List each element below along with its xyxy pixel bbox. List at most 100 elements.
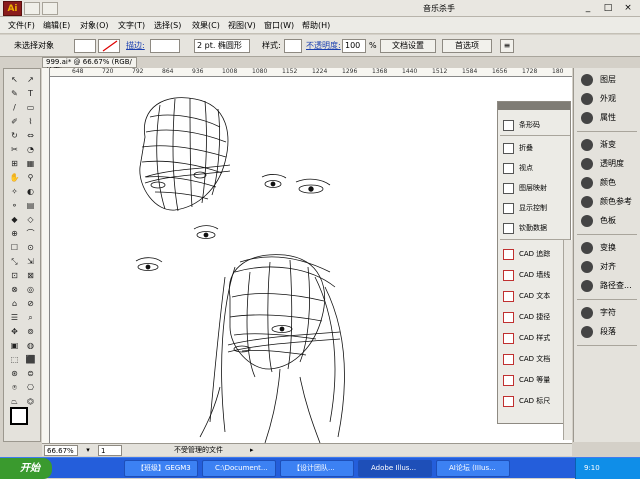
dock-item[interactable]: 字符 bbox=[578, 305, 640, 321]
dock-item[interactable]: 透明度 bbox=[578, 156, 640, 172]
tool-icon[interactable]: ⊛ bbox=[8, 367, 21, 380]
tool-icon[interactable]: ✋ bbox=[8, 171, 21, 184]
tool-icon[interactable]: ✥ bbox=[8, 325, 21, 338]
tool-icon[interactable]: ⌇ bbox=[24, 115, 37, 128]
dock-item[interactable]: 路径查... bbox=[578, 278, 640, 294]
tool-icon[interactable]: ⊜ bbox=[24, 367, 37, 380]
menu-file[interactable]: 文件(F) bbox=[8, 20, 35, 31]
tool-icon[interactable]: ⇔ bbox=[24, 129, 37, 142]
panel-item[interactable]: 视点 bbox=[500, 159, 570, 178]
tool-icon[interactable]: ⇲ bbox=[24, 255, 37, 268]
panel-item[interactable]: 条形码 bbox=[500, 116, 570, 135]
tool-icon[interactable]: ▦ bbox=[24, 157, 37, 170]
tool-icon[interactable]: ▣ bbox=[8, 339, 21, 352]
tool-icon[interactable]: ⌒ bbox=[24, 227, 37, 240]
dock-item[interactable]: 属性 bbox=[578, 110, 640, 126]
tool-icon[interactable]: ⊚ bbox=[24, 325, 37, 338]
task-item[interactable]: C:\Document... bbox=[202, 460, 276, 477]
fill-swatch[interactable] bbox=[74, 39, 96, 53]
tool-icon[interactable]: ◎ bbox=[24, 283, 37, 296]
panel-item[interactable]: CAD 追踪 bbox=[500, 245, 570, 264]
task-item-active[interactable]: Adobe Illus... bbox=[358, 460, 432, 477]
dock-item[interactable]: 图层 bbox=[578, 72, 640, 88]
tool-icon[interactable]: ⌕ bbox=[24, 311, 37, 324]
arrange-button[interactable] bbox=[42, 2, 58, 15]
tool-icon[interactable]: ⊘ bbox=[24, 297, 37, 310]
tool-icon[interactable]: ↻ bbox=[8, 129, 21, 142]
panel-item[interactable]: CAD 文档 bbox=[500, 350, 570, 369]
menu-view[interactable]: 视图(V) bbox=[228, 20, 256, 31]
minimize-button[interactable]: _ bbox=[578, 2, 598, 15]
tool-icon[interactable]: ⚬ bbox=[8, 199, 21, 212]
panel-item[interactable]: CAD 捷径 bbox=[500, 308, 570, 327]
task-item[interactable]: 【设计团队... bbox=[280, 460, 354, 477]
menu-select[interactable]: 选择(S) bbox=[154, 20, 181, 31]
tool-icon[interactable]: ↖ bbox=[8, 73, 21, 86]
zoom-dropdown[interactable]: ▾ bbox=[82, 445, 94, 456]
panel-item[interactable]: CAD 样式 bbox=[500, 329, 570, 348]
close-button[interactable]: × bbox=[618, 2, 638, 15]
tool-icon[interactable]: ◔ bbox=[24, 143, 37, 156]
tool-icon[interactable]: ▤ bbox=[24, 199, 37, 212]
tool-icon[interactable]: ⤡ bbox=[8, 255, 21, 268]
dock-item[interactable]: 段落 bbox=[578, 324, 640, 340]
panel-menu-button[interactable]: ≡ bbox=[500, 39, 514, 53]
tool-icon[interactable]: ⊠ bbox=[24, 269, 37, 282]
tool-icon[interactable]: ⬚ bbox=[8, 353, 21, 366]
preferences-button[interactable]: 首选项 bbox=[442, 39, 492, 53]
menu-window[interactable]: 窗口(W) bbox=[264, 20, 294, 31]
tool-icon[interactable]: ⊡ bbox=[8, 269, 21, 282]
task-item[interactable]: 【班级】GEGM3 bbox=[124, 460, 198, 477]
tool-icon[interactable]: ✐ bbox=[8, 115, 21, 128]
tool-icon[interactable]: ◆ bbox=[8, 213, 21, 226]
tool-icon[interactable]: / bbox=[8, 101, 21, 114]
tool-icon[interactable]: T bbox=[24, 87, 37, 100]
panel-item[interactable]: 钦勤数据 bbox=[500, 219, 570, 238]
bridge-button[interactable] bbox=[24, 2, 40, 15]
tool-icon[interactable]: ✧ bbox=[8, 185, 21, 198]
panel-item[interactable]: CAD 文本 bbox=[500, 287, 570, 306]
stroke-weight-field[interactable] bbox=[150, 39, 180, 53]
panel-item[interactable]: 折叠 bbox=[500, 139, 570, 158]
tool-icon[interactable]: ⌂ bbox=[8, 297, 21, 310]
tool-icon[interactable]: ▭ bbox=[24, 101, 37, 114]
panel-item[interactable]: CAD 标尺 bbox=[500, 392, 570, 411]
status-menu-arrow[interactable]: ▸ bbox=[250, 445, 260, 456]
artboard[interactable] bbox=[50, 77, 572, 443]
tool-icon[interactable]: ◇ bbox=[24, 213, 37, 226]
dock-item[interactable]: 颜色参考 bbox=[578, 194, 640, 210]
tool-icon[interactable]: ⊗ bbox=[8, 283, 21, 296]
dock-item[interactable]: 变换 bbox=[578, 240, 640, 256]
tool-icon[interactable]: ☰ bbox=[8, 311, 21, 324]
zoom-field[interactable]: 66.67% bbox=[44, 445, 78, 456]
tool-icon[interactable]: ⍟ bbox=[8, 381, 21, 394]
panel-item[interactable]: CAD 墙线 bbox=[500, 266, 570, 285]
tool-icon[interactable]: ⚲ bbox=[24, 171, 37, 184]
panel-header[interactable] bbox=[498, 102, 570, 110]
opacity-label[interactable]: 不透明度: bbox=[306, 39, 341, 53]
vertical-scrollbar[interactable] bbox=[563, 240, 572, 440]
dock-item[interactable]: 色板 bbox=[578, 213, 640, 229]
start-button[interactable]: 开始 bbox=[0, 458, 52, 479]
stroke-label[interactable]: 描边: bbox=[126, 39, 145, 53]
artboard-number[interactable]: 1 bbox=[98, 445, 122, 456]
panel-item[interactable]: CAD 等量 bbox=[500, 371, 570, 390]
menu-object[interactable]: 对象(O) bbox=[80, 20, 109, 31]
tool-icon[interactable]: ◐ bbox=[24, 185, 37, 198]
menu-effect[interactable]: 效果(C) bbox=[192, 20, 220, 31]
tool-icon[interactable]: ◍ bbox=[24, 339, 37, 352]
tool-icon[interactable]: ⊙ bbox=[24, 241, 37, 254]
menu-edit[interactable]: 编辑(E) bbox=[43, 20, 70, 31]
brush-definition[interactable]: 2 pt. 椭圆形 bbox=[194, 39, 250, 53]
opacity-field[interactable]: 100 bbox=[342, 39, 366, 53]
panel-item[interactable]: 图层映射 bbox=[500, 179, 570, 198]
fill-stroke-swatch[interactable] bbox=[10, 407, 28, 425]
tool-icon[interactable]: ⊞ bbox=[8, 157, 21, 170]
dock-item[interactable]: 渐变 bbox=[578, 137, 640, 153]
tool-icon[interactable]: ↗ bbox=[24, 73, 37, 86]
tool-icon[interactable]: ⬛ bbox=[24, 353, 37, 366]
menu-help[interactable]: 帮助(H) bbox=[302, 20, 330, 31]
dock-item[interactable]: 对齐 bbox=[578, 259, 640, 275]
dock-item[interactable]: 外观 bbox=[578, 91, 640, 107]
maximize-button[interactable]: □ bbox=[598, 2, 618, 15]
